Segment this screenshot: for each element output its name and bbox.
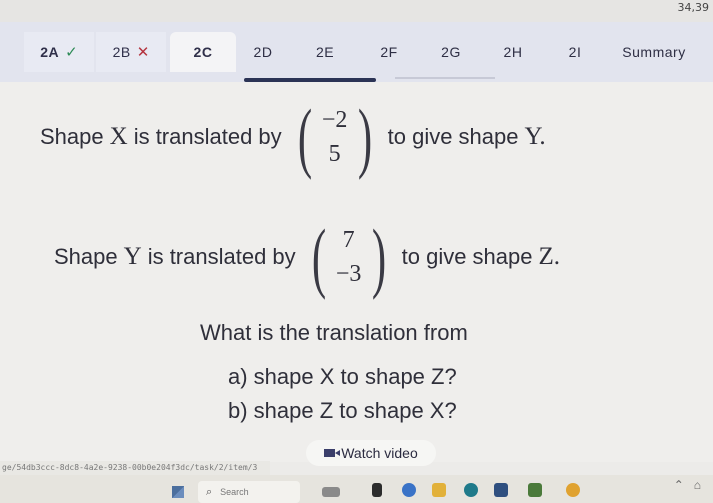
tab-label: 2E — [315, 44, 335, 60]
left-paren: ( — [297, 93, 312, 180]
watch-video-label: Watch video — [341, 445, 418, 461]
file-explorer-icon[interactable] — [432, 483, 446, 497]
taskbar-search[interactable]: ⌕ Search — [198, 481, 300, 503]
text: to give shape — [401, 244, 533, 269]
question-line-2: Shape Y is translated by ( 7 −3 ) to giv… — [54, 218, 566, 296]
search-placeholder: Search — [220, 487, 249, 497]
weather-icon[interactable] — [322, 487, 340, 497]
chrome-icon[interactable] — [566, 483, 580, 497]
vector-column: −2 5 — [318, 103, 352, 171]
text: Shape — [54, 244, 118, 269]
question-part-b: b) shape Z to shape X? — [228, 398, 457, 423]
search-icon: ⌕ — [206, 485, 213, 498]
tab-label: 2B — [112, 44, 131, 60]
text: is translated by — [133, 124, 282, 149]
translation-vector-1: ( −2 5 ) — [292, 98, 378, 176]
windows-start-icon[interactable] — [172, 486, 184, 498]
watch-video-button[interactable]: Watch video — [306, 440, 436, 466]
store-icon[interactable] — [494, 483, 508, 497]
tab-2h[interactable]: 2H — [488, 32, 538, 72]
tab-summary[interactable]: Summary — [610, 32, 698, 72]
tab-2i[interactable]: 2I — [550, 32, 600, 72]
tab-2e[interactable]: 2E — [300, 32, 350, 72]
video-camera-icon — [324, 449, 341, 457]
tab-label: 2F — [380, 44, 398, 60]
shape-y-label: Y — [123, 243, 142, 270]
vector-column: 7 −3 — [332, 223, 366, 291]
shape-y-label: Y. — [524, 123, 546, 150]
right-paren: ) — [371, 213, 386, 300]
tab-label: Summary — [622, 44, 686, 60]
translation-vector-2: ( 7 −3 ) — [306, 218, 392, 296]
app-icon[interactable] — [528, 483, 542, 497]
text: is translated by — [147, 244, 296, 269]
tab-label: 2C — [193, 44, 213, 60]
shape-x-label: X — [109, 123, 128, 150]
tab-label: 2D — [253, 44, 273, 60]
cross-icon: ✕ — [136, 44, 150, 61]
tab-label: 2I — [568, 44, 582, 60]
vector-bottom: −3 — [335, 261, 362, 287]
text: to give shape — [387, 124, 519, 149]
right-paren: ) — [357, 93, 372, 180]
os-taskbar — [0, 475, 713, 503]
tab-label: 2A — [40, 44, 60, 60]
tab-2c[interactable]: 2C — [170, 32, 236, 72]
left-paren: ( — [311, 213, 326, 300]
tab-2b[interactable]: 2B ✕ — [96, 32, 166, 72]
edge-browser-icon[interactable] — [464, 483, 478, 497]
browser-top-strip: 34,39 — [0, 0, 713, 22]
check-icon: ✓ — [65, 44, 78, 61]
taskview-icon[interactable] — [372, 483, 382, 497]
coordinate-readout: 34,39 — [677, 1, 710, 14]
tab-divider — [395, 77, 495, 79]
vector-bottom: 5 — [328, 141, 341, 167]
shape-z-label: Z. — [538, 243, 561, 270]
question-part-a: a) shape X to shape Z? — [228, 364, 457, 389]
status-url: ge/54db3ccc-8dc8-4a2e-9238-00b0e204f3dc/… — [0, 461, 270, 475]
vector-top: −2 — [321, 107, 348, 133]
text: Shape — [40, 124, 104, 149]
tab-label: 2G — [441, 44, 461, 60]
tab-2g[interactable]: 2G — [426, 32, 476, 72]
system-tray[interactable]: ⌃ ⌂ — [674, 478, 701, 492]
question-prompt: What is the translation from — [200, 320, 468, 345]
settings-icon[interactable] — [402, 483, 416, 497]
tab-2a[interactable]: 2A ✓ — [24, 32, 94, 72]
tab-2d[interactable]: 2D — [238, 32, 288, 72]
vector-top: 7 — [342, 227, 355, 253]
task-tab-bar: 2A ✓ 2B ✕ 2C 2D 2E 2F 2G 2H 2I Summary — [0, 22, 713, 82]
question-line-1: Shape X is translated by ( −2 5 ) to giv… — [40, 98, 552, 176]
tab-2f[interactable]: 2F — [364, 32, 414, 72]
tab-label: 2H — [503, 44, 523, 60]
